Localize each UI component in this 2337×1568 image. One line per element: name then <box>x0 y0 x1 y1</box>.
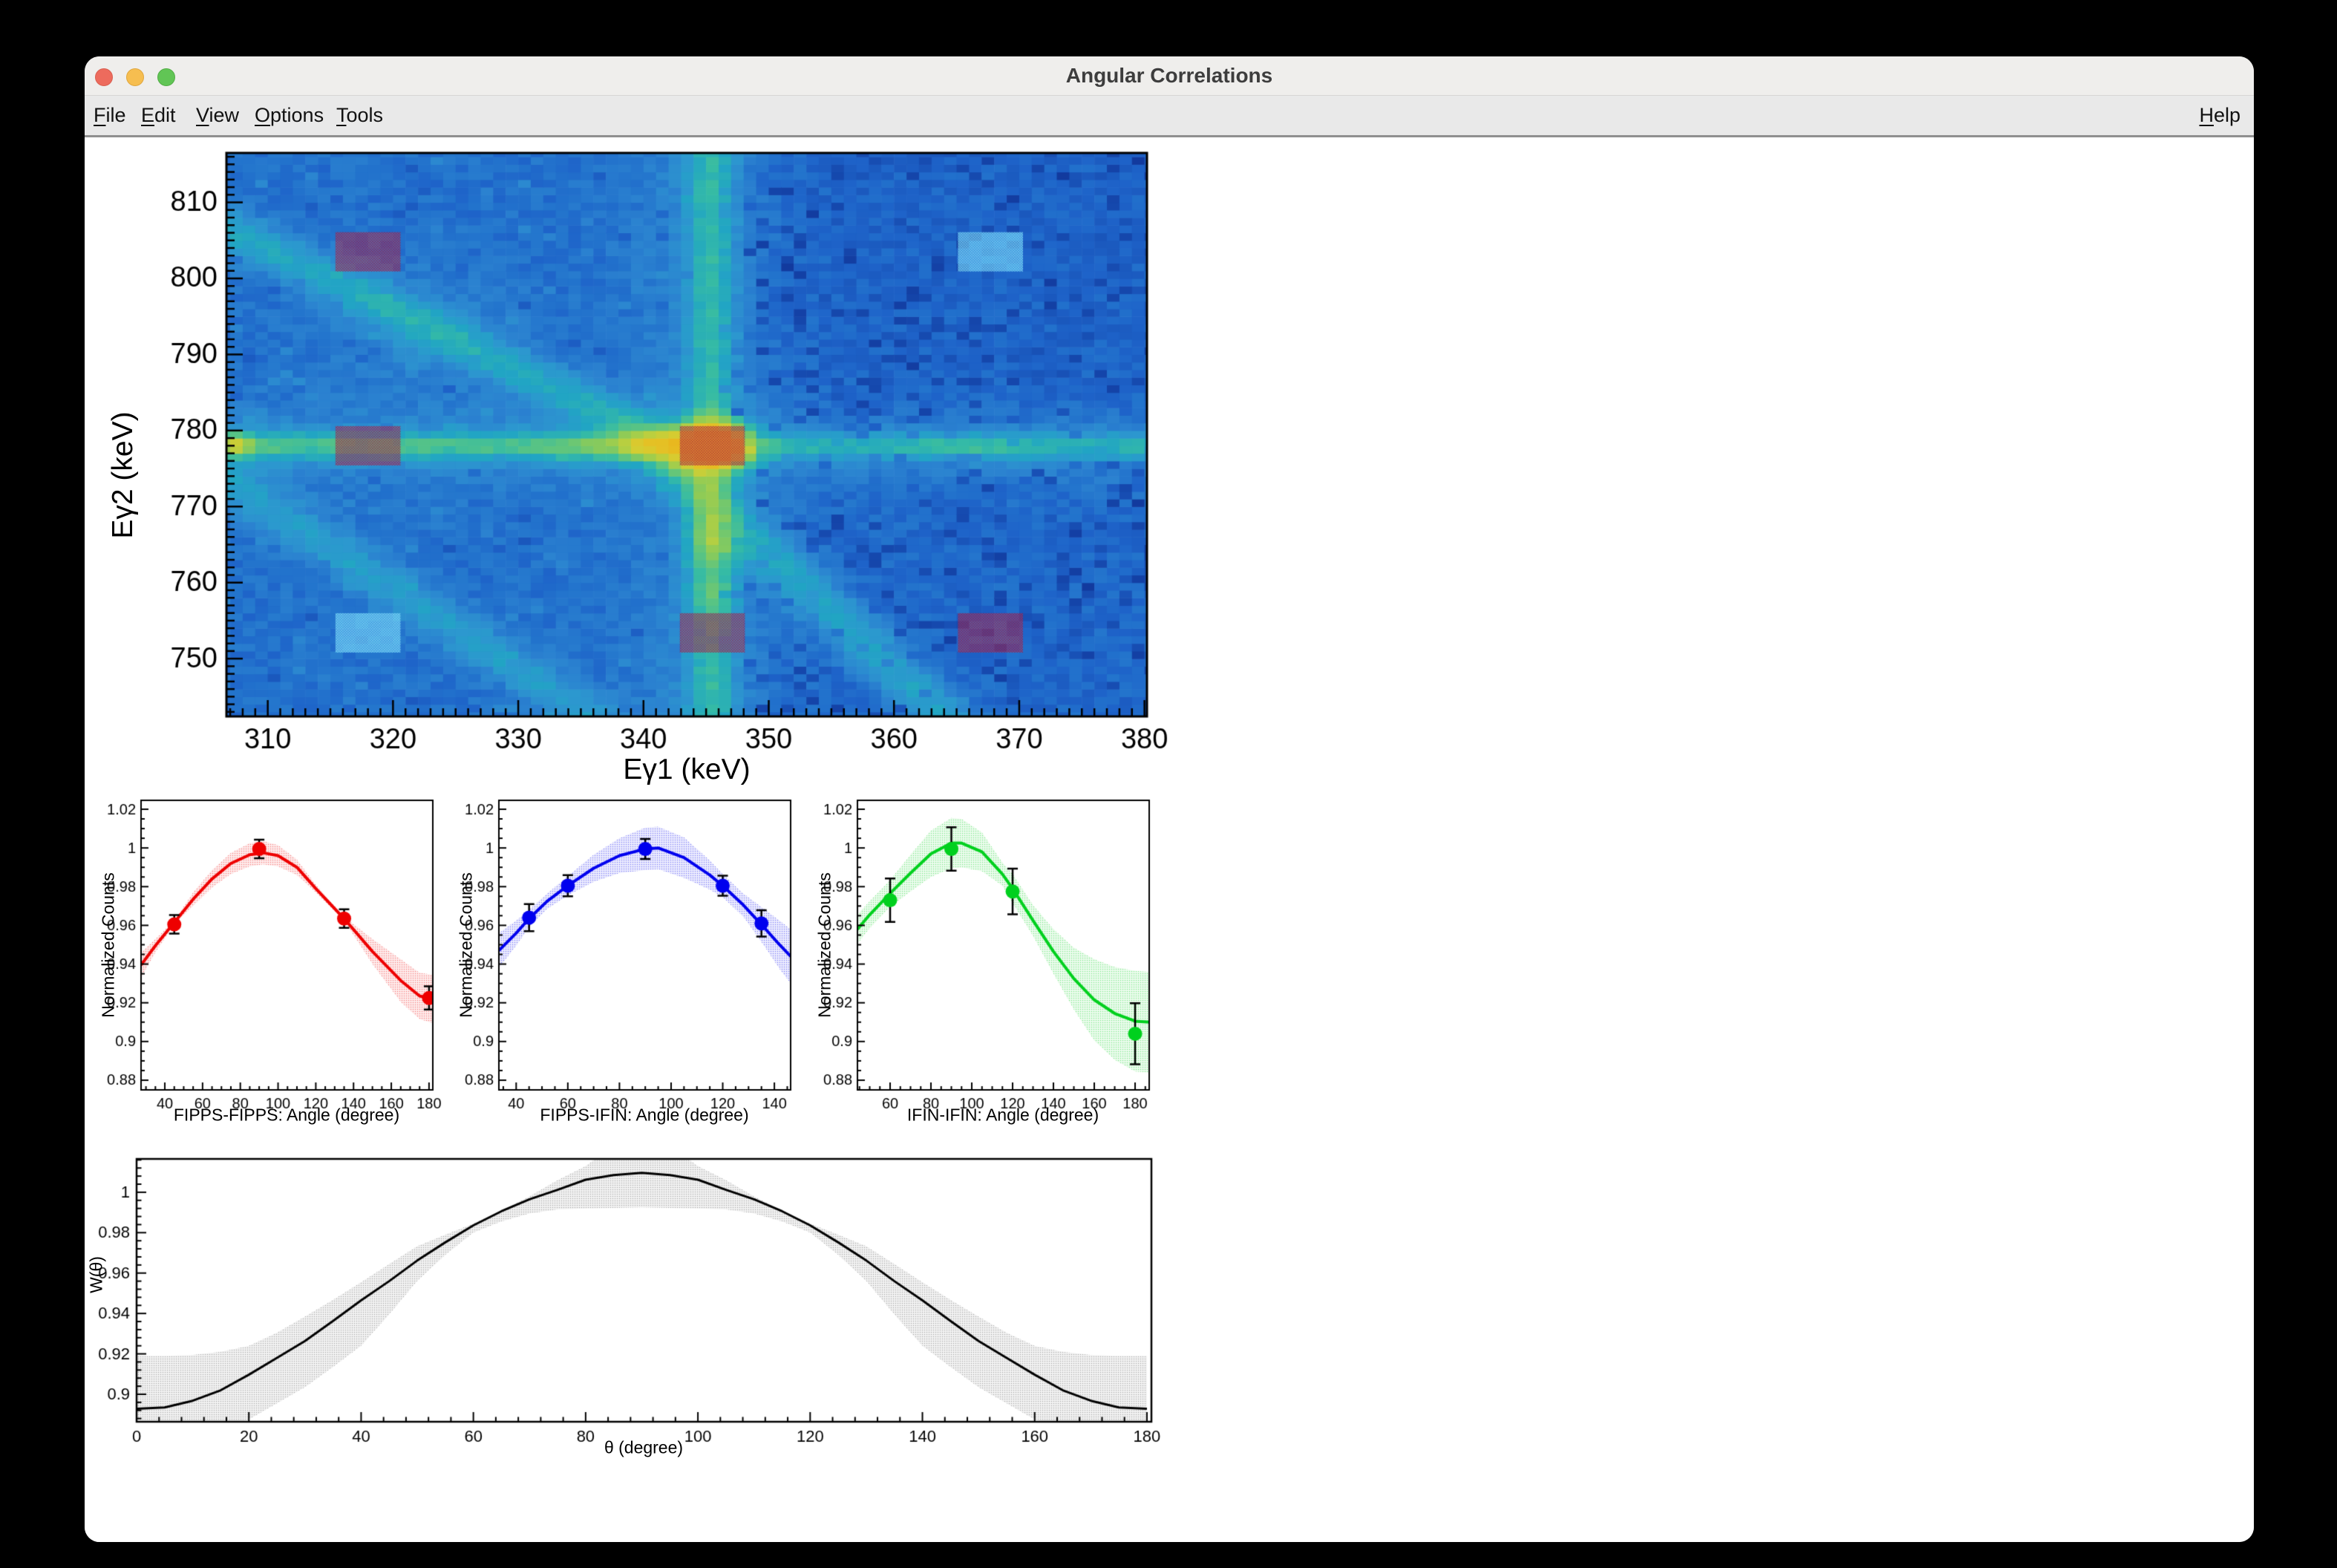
matrix-x-axis-title: Eγ1 (keV) <box>623 754 750 786</box>
menu-file[interactable]: File <box>91 96 129 135</box>
fipps-fipps-correlation-plot[interactable] <box>89 785 460 1120</box>
w-theta-plot[interactable] <box>86 1144 1177 1456</box>
ifin-ifin-correlation-plot[interactable] <box>805 785 1177 1120</box>
p3-x-axis-title: IFIN-IFIN: Angle (degree) <box>907 1105 1099 1126</box>
p2-x-axis-title: FIPPS-IFIN: Angle (degree) <box>540 1105 748 1126</box>
fipps-ifin-correlation-plot[interactable] <box>447 785 818 1120</box>
p1-x-axis-title: FIPPS-FIPPS: Angle (degree) <box>174 1105 399 1126</box>
p2-y-axis-title: Normalized Counts <box>457 872 477 1018</box>
menu-options[interactable]: Options <box>252 96 327 135</box>
window-content: Eγ1 (keV) Eγ2 (keV) Normalized Counts No… <box>85 137 2254 1542</box>
window-title: Angular Correlations <box>85 56 2254 95</box>
p3-y-axis-title: Normalized Counts <box>815 872 835 1018</box>
matrix-y-axis-title: Eγ2 (keV) <box>107 411 140 538</box>
gamma-gamma-matrix-heatmap[interactable] <box>160 141 1177 783</box>
w-y-axis-title: W(θ) <box>87 1256 107 1293</box>
app-window: Angular Correlations File Edit View Opti… <box>85 56 2254 1542</box>
menu-tools[interactable]: Tools <box>333 96 386 135</box>
p1-y-axis-title: Normalized Counts <box>99 872 119 1018</box>
menu-help[interactable]: Help <box>2196 96 2243 135</box>
window-titlebar[interactable]: Angular Correlations <box>85 56 2254 96</box>
menu-bar: File Edit View Options Tools Help <box>85 96 2254 137</box>
menu-view[interactable]: View <box>193 96 242 135</box>
w-x-axis-title: θ (degree) <box>604 1438 683 1458</box>
menu-edit[interactable]: Edit <box>138 96 179 135</box>
